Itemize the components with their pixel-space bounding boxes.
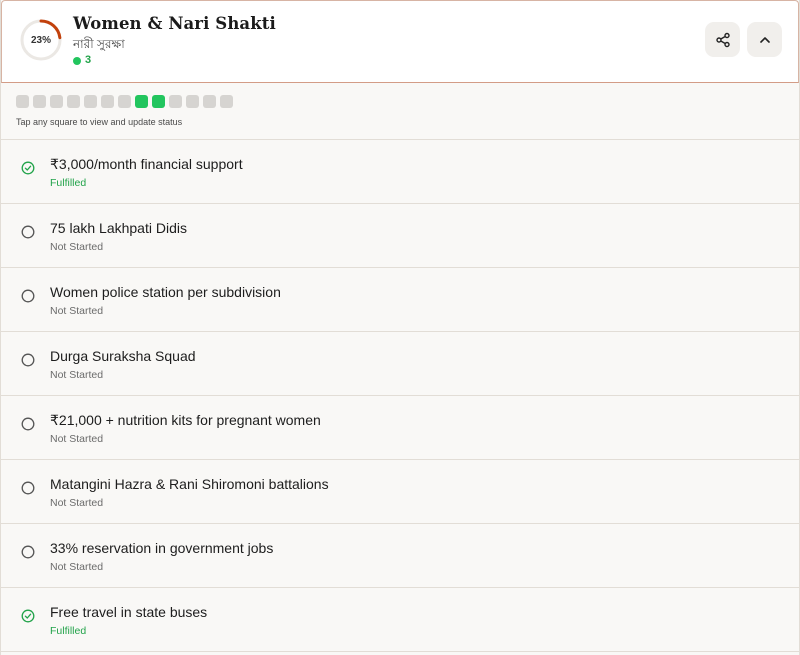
- status-square[interactable]: [169, 95, 182, 108]
- empty-circle-icon[interactable]: [21, 417, 35, 431]
- promise-list: ₹3,000/month financial support Fulfilled 7…: [1, 140, 799, 652]
- list-item[interactable]: 75 lakh Lakhpati Didis Not Started: [1, 204, 799, 268]
- collapse-button[interactable]: [747, 22, 782, 57]
- status-square[interactable]: [84, 95, 97, 108]
- status-square[interactable]: [186, 95, 199, 108]
- item-status: Not Started: [50, 305, 104, 317]
- category-subtitle: নারী সুরক্ষা: [73, 37, 125, 51]
- item-label: Free travel in state buses: [50, 604, 208, 620]
- item-status: Not Started: [50, 433, 104, 445]
- check-circle-icon[interactable]: [21, 161, 35, 175]
- item-status: Fulfilled: [50, 625, 87, 637]
- promise-category-card: 23% Women & Nari Shakti নারী সুরক্ষা 3 T…: [0, 0, 800, 655]
- category-title: Women & Nari Shakti: [73, 14, 276, 33]
- list-item[interactable]: Matangini Hazra & Rani Shiromoni battali…: [1, 460, 799, 524]
- fulfilled-count: 3: [85, 54, 92, 66]
- status-hint: Tap any square to view and update status: [16, 117, 183, 127]
- status-square[interactable]: [152, 95, 165, 108]
- share-icon: [715, 32, 730, 47]
- share-button[interactable]: [705, 22, 740, 57]
- chevron-up-icon: [759, 36, 770, 43]
- fulfilled-dot-icon: [73, 57, 81, 65]
- item-label: 33% reservation in government jobs: [50, 540, 274, 556]
- item-label: Matangini Hazra & Rani Shiromoni battali…: [50, 476, 329, 492]
- item-label: ₹21,000 + nutrition kits for pregnant wo…: [50, 412, 321, 428]
- category-header[interactable]: 23% Women & Nari Shakti নারী সুরক্ষা 3: [1, 0, 799, 83]
- list-item[interactable]: 33% reservation in government jobs Not St…: [1, 524, 799, 588]
- empty-circle-icon[interactable]: [21, 545, 35, 559]
- status-square[interactable]: [203, 95, 216, 108]
- list-item[interactable]: Women police station per subdivision Not …: [1, 268, 799, 332]
- status-square[interactable]: [50, 95, 63, 108]
- status-square[interactable]: [101, 95, 114, 108]
- item-label: 75 lakh Lakhpati Didis: [50, 220, 187, 236]
- empty-circle-icon[interactable]: [21, 481, 35, 495]
- status-squares-panel: Tap any square to view and update status: [1, 84, 799, 140]
- status-square[interactable]: [16, 95, 29, 108]
- check-circle-icon[interactable]: [21, 609, 35, 623]
- empty-circle-icon[interactable]: [21, 225, 35, 239]
- progress-percent: 23%: [30, 34, 51, 46]
- status-squares: [16, 95, 233, 108]
- item-status: Not Started: [50, 561, 104, 573]
- list-item[interactable]: Durga Suraksha Squad Not Started: [1, 332, 799, 396]
- status-square[interactable]: [67, 95, 80, 108]
- item-status: Not Started: [50, 497, 104, 509]
- item-status: Not Started: [50, 369, 104, 381]
- list-item[interactable]: Free travel in state buses Fulfilled: [1, 588, 799, 652]
- status-square[interactable]: [33, 95, 46, 108]
- status-square[interactable]: [135, 95, 148, 108]
- item-label: ₹3,000/month financial support: [50, 156, 243, 172]
- empty-circle-icon[interactable]: [21, 353, 35, 367]
- item-label: Women police station per subdivision: [50, 284, 281, 300]
- empty-circle-icon[interactable]: [21, 289, 35, 303]
- list-item[interactable]: ₹3,000/month financial support Fulfilled: [1, 140, 799, 204]
- item-status: Fulfilled: [50, 177, 87, 189]
- item-label: Durga Suraksha Squad: [50, 348, 196, 364]
- status-square[interactable]: [118, 95, 131, 108]
- list-item[interactable]: ₹21,000 + nutrition kits for pregnant wo…: [1, 396, 799, 460]
- item-status: Not Started: [50, 241, 104, 253]
- status-square[interactable]: [220, 95, 233, 108]
